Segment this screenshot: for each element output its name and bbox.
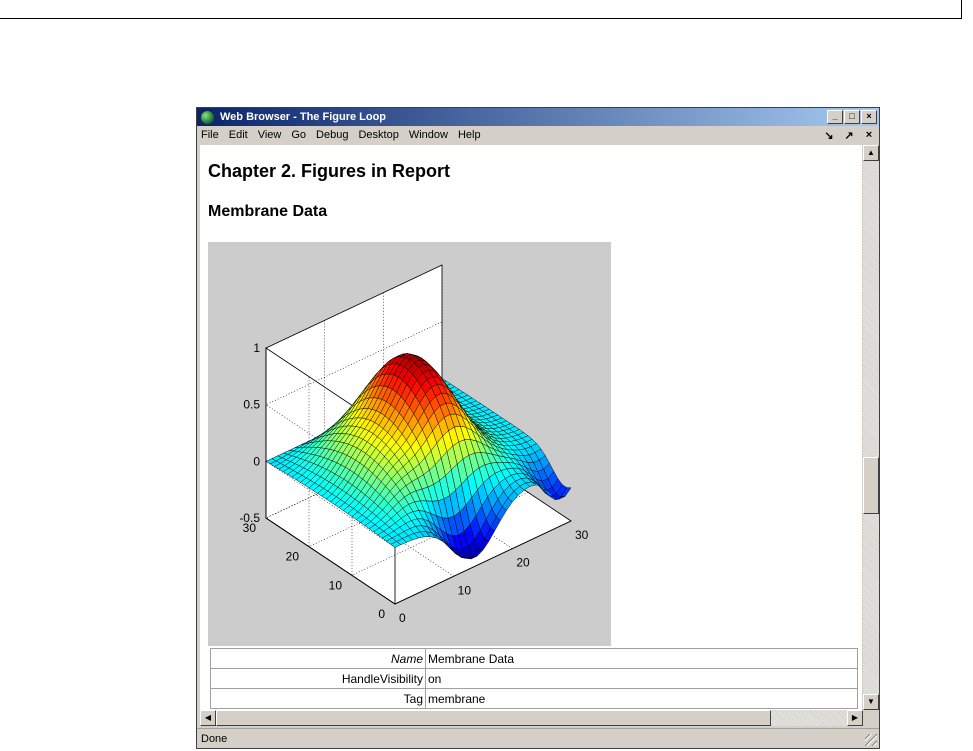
page-top-rule	[0, 18, 962, 19]
y-tick-label: 20	[286, 550, 300, 564]
title-bar[interactable]: Web Browser - The Figure Loop _ □ ×	[197, 108, 879, 126]
z-tick-label: 0	[253, 454, 260, 468]
resize-grip-icon[interactable]	[865, 734, 877, 746]
browser-content: Chapter 2. Figures in Report Membrane Da…	[200, 145, 862, 710]
scroll-left-icon[interactable]: ◀	[200, 710, 216, 726]
status-text: Done	[201, 732, 228, 745]
table-row: Tag membrane	[210, 688, 858, 709]
minimize-button[interactable]: _	[827, 110, 843, 124]
menu-view[interactable]: View	[253, 129, 287, 141]
horizontal-scroll-thumb[interactable]	[216, 710, 771, 726]
web-browser-window: Web Browser - The Figure Loop _ □ × File…	[196, 107, 880, 749]
chapter-title: Chapter 2. Figures in Report	[208, 161, 451, 181]
close-document-icon[interactable]: ×	[859, 129, 879, 141]
x-tick-label: 30	[575, 528, 589, 542]
z-tick-label: 1	[253, 341, 260, 355]
property-key: HandleVisibility	[210, 668, 426, 689]
menu-desktop[interactable]: Desktop	[353, 129, 403, 141]
vertical-scrollbar[interactable]: ▲ ▼	[863, 145, 879, 710]
property-value: on	[425, 668, 858, 689]
z-tick-label: 0.5	[243, 398, 260, 412]
properties-table: Name Membrane Data HandleVisibility on T…	[210, 648, 858, 709]
close-button[interactable]: ×	[861, 110, 877, 124]
page-top-rule-tick	[961, 0, 962, 19]
menu-window[interactable]: Window	[404, 129, 453, 141]
vertical-scroll-thumb[interactable]	[863, 457, 879, 514]
undock-icon[interactable]: ↗	[839, 129, 859, 142]
menu-edit[interactable]: Edit	[224, 129, 253, 141]
y-tick-label: 10	[329, 578, 343, 592]
x-tick-label: 10	[458, 583, 472, 597]
y-tick-label: 30	[243, 521, 257, 535]
window-title: Web Browser - The Figure Loop	[220, 111, 387, 123]
horizontal-scrollbar[interactable]: ◀ ▶	[200, 710, 863, 726]
globe-icon	[200, 109, 215, 125]
property-key: Tag	[210, 688, 426, 709]
membrane-figure: 1 0.5 0 -0.5 30 20 10 0 0 10 20 30	[208, 242, 611, 646]
menu-help[interactable]: Help	[453, 129, 486, 141]
x-tick-label: 20	[516, 556, 530, 570]
scroll-up-icon[interactable]: ▲	[863, 145, 879, 161]
surface-plot: 10.50-0.53020100 0102030	[239, 264, 589, 625]
x-tick-label: 0	[399, 611, 406, 625]
table-row: HandleVisibility on	[210, 668, 858, 689]
section-title: Membrane Data	[208, 203, 328, 220]
table-row: Name Membrane Data	[210, 648, 858, 669]
maximize-button[interactable]: □	[844, 110, 860, 124]
window-controls: _ □ ×	[826, 110, 877, 124]
scroll-right-icon[interactable]: ▶	[847, 710, 863, 726]
status-bar: Done	[197, 728, 879, 748]
menu-bar: File Edit View Go Debug Desktop Window H…	[197, 126, 879, 144]
menu-go[interactable]: Go	[286, 129, 311, 141]
dock-icon[interactable]: ↘	[819, 129, 839, 142]
property-value: membrane	[425, 688, 858, 709]
scroll-down-icon[interactable]: ▼	[863, 694, 879, 710]
y-tick-label: 0	[378, 607, 385, 621]
property-value: Membrane Data	[425, 648, 858, 669]
menu-file[interactable]: File	[197, 129, 224, 141]
property-key: Name	[210, 648, 426, 669]
menu-debug[interactable]: Debug	[311, 129, 353, 141]
